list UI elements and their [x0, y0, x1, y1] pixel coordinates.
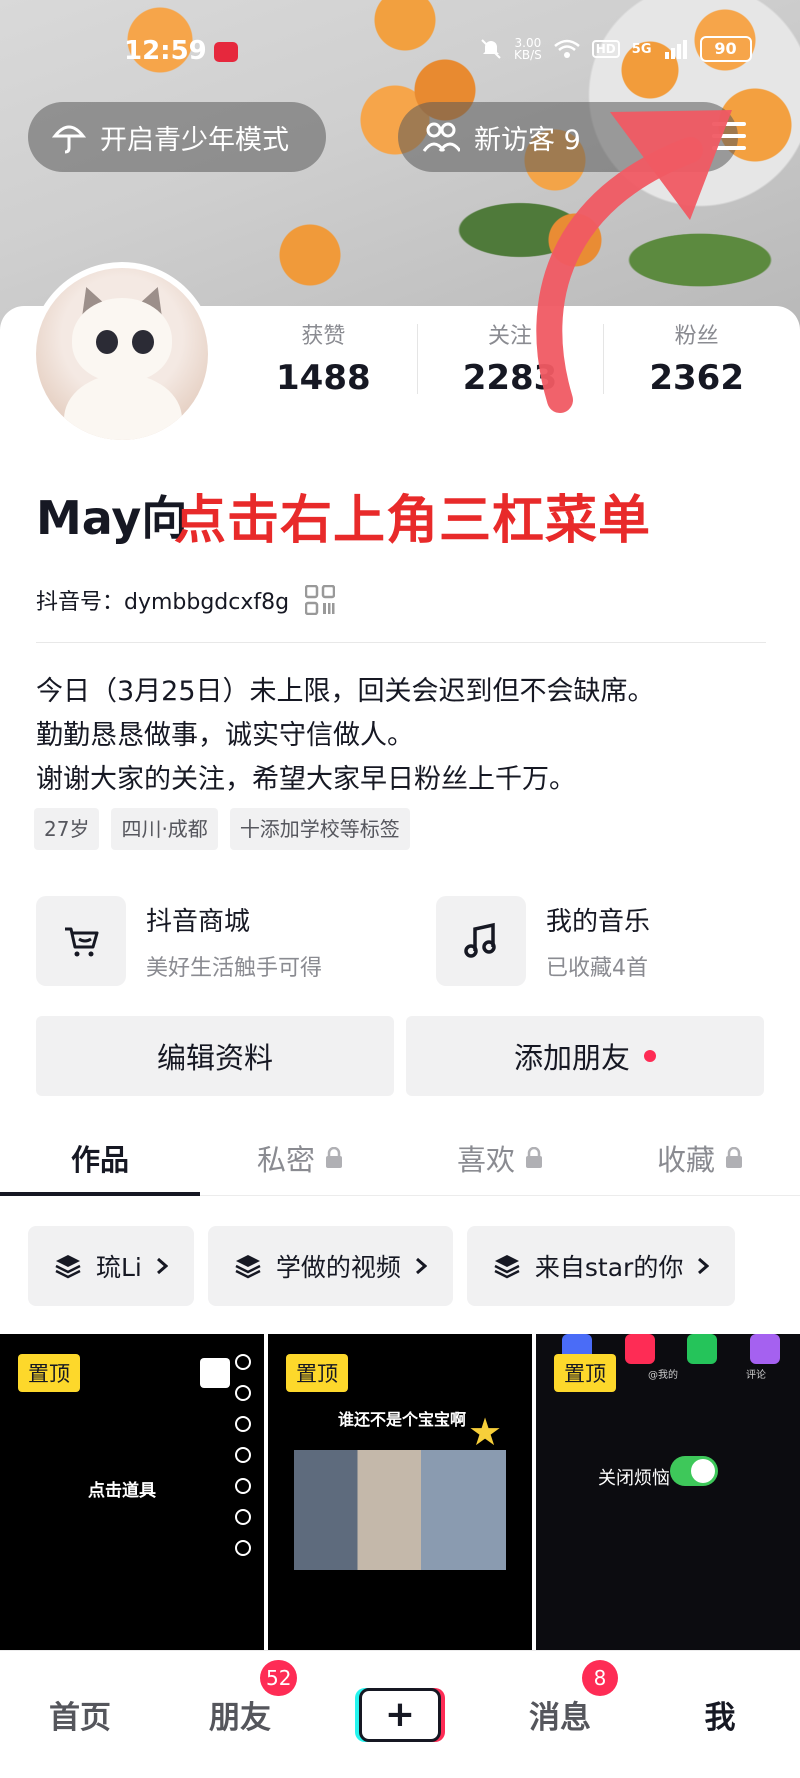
- video-scene: [294, 1450, 506, 1570]
- music-subtitle: 已收藏4首: [546, 955, 648, 981]
- stat-following[interactable]: 关注 2283: [416, 316, 604, 406]
- lock-icon: [726, 1146, 742, 1168]
- profile-name: May向: [36, 491, 188, 545]
- layers-icon: [235, 1255, 261, 1279]
- new-visitors-button[interactable]: 新访客 9: [398, 102, 738, 172]
- status-time: 12:59: [124, 36, 207, 66]
- video-side-icons: [232, 1354, 254, 1564]
- shop-title: 抖音商城: [146, 906, 251, 937]
- tab-likes[interactable]: 喜欢: [400, 1120, 600, 1195]
- nav-create[interactable]: +: [320, 1687, 480, 1742]
- pinned-badge: 置顶: [554, 1354, 616, 1392]
- avatar[interactable]: [30, 262, 214, 446]
- visitor-label: 新访客 9: [474, 124, 581, 156]
- chevron-right-icon: [698, 1257, 710, 1275]
- chevron-right-icon: [415, 1257, 427, 1275]
- hamburger-menu-icon[interactable]: [712, 122, 746, 152]
- douyin-id[interactable]: 抖音号：dymbbgdcxf8g: [36, 584, 336, 616]
- layers-icon: [55, 1255, 81, 1279]
- annotation-tip-text: 点击右上角三杠菜单: [174, 491, 652, 551]
- shop-shortcut[interactable]: 抖音商城 美好生活触手可得: [36, 896, 322, 986]
- star-icon: ★: [468, 1410, 503, 1454]
- nav-me[interactable]: 我: [640, 1692, 800, 1737]
- network-type: 5G: [631, 41, 652, 57]
- chevron-right-icon: [156, 1257, 168, 1275]
- video-text: 点击道具: [88, 1481, 156, 1501]
- lock-icon: [326, 1146, 342, 1168]
- nav-home[interactable]: 首页: [0, 1692, 160, 1737]
- tab-works[interactable]: 作品: [0, 1120, 200, 1196]
- layers-icon: [494, 1255, 520, 1279]
- status-bar: 12:59 3.00 KB/S HD 5G 90: [0, 30, 800, 74]
- collection-item[interactable]: 学做的视频: [207, 1226, 453, 1306]
- music-note-icon: [436, 896, 526, 986]
- mute-icon: [481, 39, 501, 59]
- content-tabs: 作品 私密 喜欢 收藏: [0, 1120, 800, 1196]
- bottom-nav: 首页 朋友 52 + 消息 8 我: [0, 1650, 800, 1778]
- lock-icon: [526, 1146, 542, 1168]
- nav-friends[interactable]: 朋友 52: [160, 1660, 320, 1737]
- net-speed: 3.00 KB/S: [514, 36, 542, 62]
- add-school-tag-button[interactable]: 十添加学校等标签: [229, 808, 410, 850]
- music-title: 我的音乐: [546, 906, 651, 937]
- screen-record-icon: [214, 42, 238, 62]
- collection-item[interactable]: 来自star的你: [466, 1226, 736, 1306]
- umbrella-icon: [52, 125, 86, 154]
- cart-icon: [36, 896, 126, 986]
- tag-age: 27岁: [34, 808, 100, 850]
- wifi-icon: [553, 39, 580, 58]
- collections-row: 琉Li 学做的视频 来自star的你: [28, 1226, 800, 1306]
- music-shortcut[interactable]: 我的音乐 已收藏4首: [436, 896, 650, 986]
- video-ui-square: [200, 1358, 230, 1388]
- status-icons: 3.00 KB/S HD 5G 90: [480, 36, 752, 62]
- plus-icon: +: [359, 1687, 441, 1742]
- tag-location: 四川·成都: [111, 808, 218, 850]
- video-grid: 置顶 点击道具 置顶 谁还不是个宝宝啊 ★ 赞@我的评论 置顶 关闭烦恼: [0, 1334, 800, 1650]
- notification-dot: [644, 1050, 656, 1062]
- youth-mode-label: 开启青少年模式: [100, 124, 289, 156]
- profile-tags: 27岁 四川·成都 十添加学校等标签: [34, 808, 410, 850]
- pinned-badge: 置顶: [286, 1354, 348, 1392]
- bio-line: 勤勤恳恳做事，诚实守信做人。: [36, 720, 414, 751]
- tab-favorites[interactable]: 收藏: [600, 1120, 800, 1195]
- video-text: 关闭烦恼: [598, 1468, 670, 1489]
- visitors-icon: [422, 122, 460, 152]
- collection-item[interactable]: 琉Li: [28, 1226, 194, 1306]
- bio-line: 今日（3月25日）未上限，回关会迟到但不会缺席。: [36, 676, 655, 707]
- toggle-switch: [670, 1456, 718, 1486]
- add-friend-button[interactable]: 添加朋友: [406, 1016, 764, 1096]
- signal-icon: [664, 40, 687, 59]
- battery-indicator: 90: [699, 36, 752, 62]
- video-caption: 谁还不是个宝宝啊: [338, 1410, 467, 1429]
- pinned-badge: 置顶: [18, 1354, 80, 1392]
- hd-indicator: HD: [591, 40, 620, 58]
- shop-subtitle: 美好生活触手可得: [146, 955, 323, 981]
- video-thumbnail[interactable]: 置顶 谁还不是个宝宝啊 ★: [268, 1334, 532, 1650]
- stat-likes[interactable]: 获赞 1488: [230, 316, 417, 406]
- youth-mode-button[interactable]: 开启青少年模式: [28, 102, 326, 172]
- video-thumbnail[interactable]: 赞@我的评论 置顶 关闭烦恼: [536, 1334, 800, 1650]
- edit-profile-button[interactable]: 编辑资料: [36, 1016, 394, 1096]
- bio: 今日（3月25日）未上限，回关会迟到但不会缺席。 勤勤恳恳做事，诚实守信做人。 …: [36, 670, 776, 802]
- friends-badge: 52: [260, 1660, 298, 1696]
- profile-stats: 获赞 1488 关注 2283 粉丝 2362: [230, 316, 790, 406]
- tab-private[interactable]: 私密: [200, 1120, 400, 1195]
- divider: [36, 642, 766, 643]
- video-thumbnail[interactable]: 置顶 点击道具: [0, 1334, 264, 1650]
- stat-followers[interactable]: 粉丝 2362: [603, 316, 790, 406]
- bio-line: 谢谢大家的关注，希望大家早日粉丝上千万。: [36, 764, 576, 795]
- qr-code-icon[interactable]: [305, 585, 336, 615]
- messages-badge: 8: [582, 1660, 618, 1696]
- nav-messages[interactable]: 消息 8: [480, 1660, 640, 1737]
